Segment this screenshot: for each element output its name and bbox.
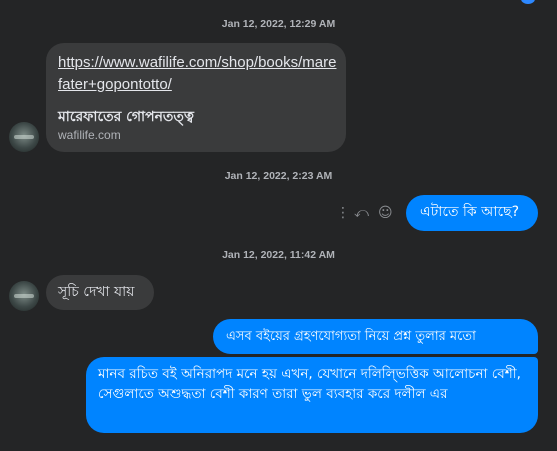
link-title: মারেফাতের গোপনতত্ত্ব (58, 109, 194, 125)
message-bubble-sent[interactable]: এসব বইয়ের গ্রহণযোগ্যতা নিয়ে প্রশ্ন তুল… (213, 319, 538, 354)
avatar[interactable] (9, 281, 39, 311)
link-domain: wafilife.com (58, 128, 121, 142)
timestamp: Jan 12, 2022, 2:23 AM (224, 170, 333, 182)
message-bubble-received[interactable]: সূচি দেখা যায় (46, 275, 154, 310)
timestamp: Jan 12, 2022, 12:29 AM (221, 18, 336, 30)
message-actions: ⋮ ⤺ ☺ (336, 203, 400, 223)
avatar[interactable] (9, 122, 39, 152)
scroll-indicator (521, 0, 535, 4)
more-options-icon[interactable]: ⋮ (336, 203, 350, 223)
reply-icon[interactable]: ⤺ (354, 203, 369, 223)
link-url[interactable]: https://www.wafilife.com/shop/books/mare… (58, 52, 340, 96)
message-bubble-sent[interactable]: মানব রচিত বই অনিরাপদ মনে হয় এখন, যেখানে… (86, 357, 538, 433)
timestamp: Jan 12, 2022, 11:42 AM (222, 249, 335, 261)
message-bubble-sent[interactable]: এটাতে কি আছে? (406, 195, 538, 231)
react-icon[interactable]: ☺ (378, 203, 393, 223)
link-preview-card[interactable]: https://www.wafilife.com/shop/books/mare… (46, 43, 346, 152)
